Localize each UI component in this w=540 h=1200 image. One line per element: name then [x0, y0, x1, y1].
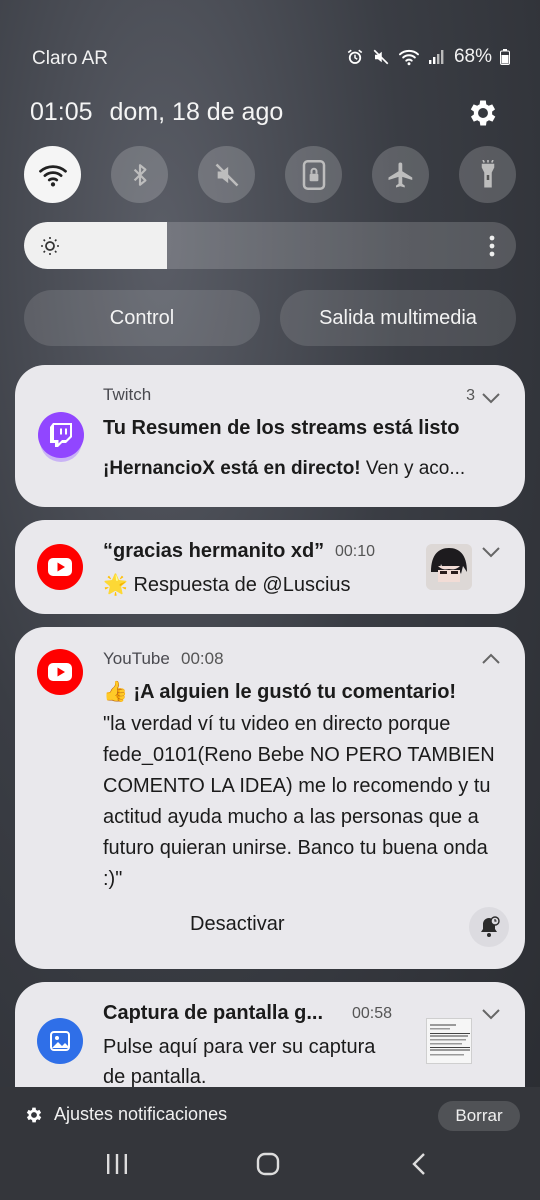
- notification-twitch[interactable]: Twitch 3 Tu Resumen de los streams está …: [15, 365, 525, 507]
- notification-text: 🌟 Respuesta de @Luscius: [103, 574, 351, 596]
- back-button[interactable]: [410, 1152, 430, 1176]
- youtube-icon: [48, 663, 72, 681]
- mute-icon: [373, 49, 389, 65]
- recent-apps-button[interactable]: [104, 1152, 130, 1176]
- wifi-icon: [398, 49, 419, 66]
- twitch-app-icon: [38, 412, 84, 458]
- airplane-icon: [388, 162, 412, 187]
- signal-icon: [428, 50, 444, 64]
- qs-airplane-toggle[interactable]: [372, 146, 429, 203]
- battery-icon: [500, 49, 510, 65]
- notification-text: ¡HernancioX está en directo! Ven y aco..…: [103, 458, 503, 480]
- date-label: dom, 18 de ago: [109, 98, 284, 126]
- notification-text-rest: Ven y aco...: [360, 458, 466, 479]
- alarm-icon: [347, 49, 363, 64]
- brightness-slider[interactable]: [24, 222, 516, 269]
- twitch-icon: [50, 423, 72, 447]
- notification-time: 00:58: [352, 1005, 393, 1022]
- image-icon: [50, 1031, 70, 1051]
- qs-bluetooth-toggle[interactable]: [111, 146, 168, 203]
- screenshot-thumbnail: [426, 1018, 472, 1064]
- notification-app-name: Twitch: [103, 385, 152, 404]
- chevron-up-icon[interactable]: [481, 653, 501, 665]
- notification-count: 3: [466, 387, 475, 404]
- disable-button[interactable]: Desactivar: [190, 913, 284, 936]
- qs-flashlight-toggle[interactable]: [459, 146, 516, 203]
- rotation-lock-icon: [302, 159, 325, 190]
- carrier-name: Claro AR: [32, 48, 109, 69]
- notification-body: "la verdad ví tu video en directo porque…: [103, 713, 495, 890]
- youtube-app-icon: [37, 544, 83, 590]
- battery-percentage: 68%: [453, 46, 492, 67]
- snooze-button[interactable]: [469, 907, 509, 947]
- youtube-icon: [48, 558, 72, 576]
- home-button[interactable]: [256, 1152, 280, 1176]
- bell-snooze-icon: [481, 916, 500, 937]
- qs-rotation-lock-toggle[interactable]: [285, 146, 342, 203]
- chevron-down-icon[interactable]: [481, 392, 501, 404]
- gear-icon: [470, 100, 496, 126]
- datetime-header: 01:05 dom, 18 de ago: [30, 98, 283, 127]
- more-options-icon[interactable]: [488, 234, 496, 258]
- notification-title: Captura de pantalla g...: [103, 1002, 324, 1024]
- notification-time: 00:08: [181, 649, 224, 668]
- notification-title: “gracias hermanito xd”: [103, 540, 325, 562]
- notification-title: Tu Resumen de los streams está listo: [103, 417, 460, 439]
- clear-all-button[interactable]: Borrar: [438, 1101, 520, 1131]
- status-bar: Claro AR 68%: [0, 0, 540, 100]
- notification-text-bold: ¡HernancioX está en directo!: [103, 458, 361, 479]
- chevron-down-icon[interactable]: [481, 546, 501, 558]
- quick-settings: [24, 146, 516, 203]
- flashlight-icon: [481, 159, 494, 187]
- media-controls-row: Control Salida multimedia: [24, 290, 516, 346]
- notification-settings-label: Ajustes notificaciones: [54, 1104, 228, 1124]
- notification-title: 👍 ¡A alguien le gustó tu comentario!: [103, 681, 457, 703]
- avatar-thumbnail: [426, 544, 472, 590]
- clock-time: 01:05: [30, 98, 93, 126]
- wifi-icon: [38, 164, 67, 186]
- notification-youtube-comment[interactable]: YouTube 00:08 👍 ¡A alguien le gustó tu c…: [15, 627, 525, 969]
- gallery-app-icon: [37, 1018, 83, 1064]
- media-output-button[interactable]: Salida multimedia: [280, 290, 516, 346]
- qs-wifi-toggle[interactable]: [24, 146, 81, 203]
- sun-icon: [41, 237, 59, 255]
- control-button[interactable]: Control: [24, 290, 260, 346]
- notification-youtube-reply[interactable]: “gracias hermanito xd” 00:10 🌟 Respuesta…: [15, 520, 525, 614]
- notification-body: Pulse aquí para ver su captura de pantal…: [103, 1036, 376, 1088]
- chevron-down-icon[interactable]: [481, 1008, 501, 1020]
- status-icons: 68%: [346, 46, 510, 68]
- bluetooth-icon: [133, 163, 146, 186]
- youtube-app-icon: [37, 649, 83, 695]
- gear-icon: [26, 1107, 42, 1122]
- settings-button[interactable]: [466, 96, 500, 130]
- qs-mute-toggle[interactable]: [198, 146, 255, 203]
- notification-time: 00:10: [335, 543, 376, 560]
- mute-icon: [215, 163, 238, 186]
- notification-app-name: YouTube: [103, 649, 170, 668]
- notification-settings-button[interactable]: Ajustes notificaciones: [24, 1104, 227, 1125]
- navigation-bar: [0, 1140, 540, 1200]
